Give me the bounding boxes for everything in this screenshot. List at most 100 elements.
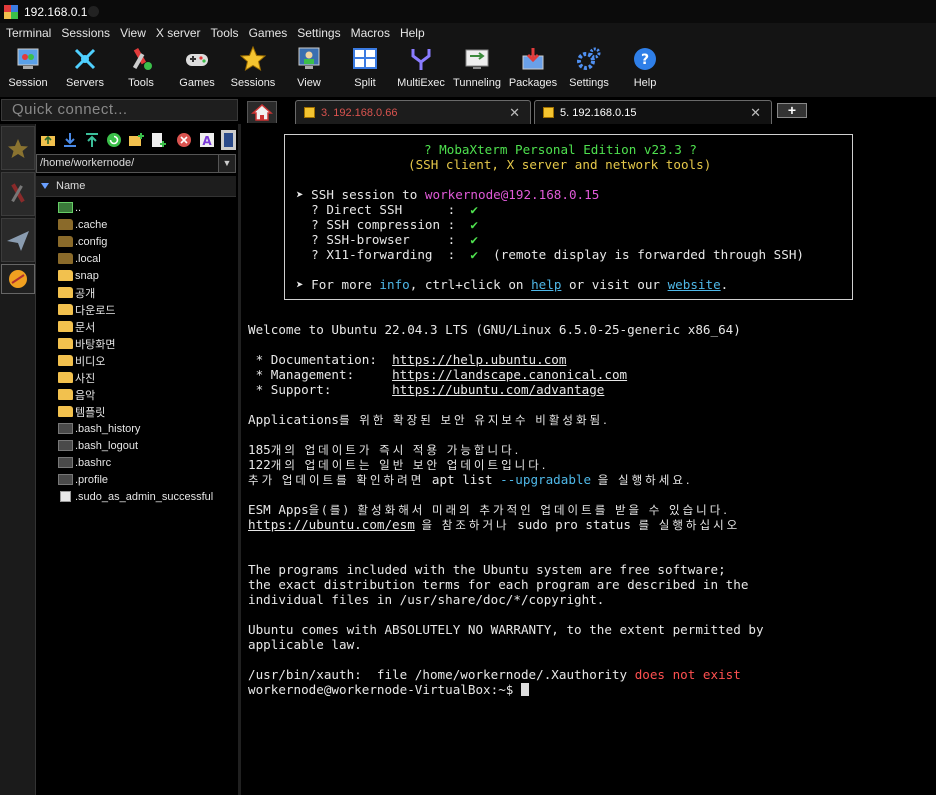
file-list-item[interactable]: .config bbox=[58, 233, 236, 250]
split-button[interactable]: Split bbox=[337, 45, 393, 95]
folder-icon bbox=[58, 389, 73, 400]
file-list-item[interactable]: .bash_history bbox=[58, 420, 236, 437]
view-button[interactable]: View bbox=[281, 45, 337, 95]
sessions-button[interactable]: Sessions bbox=[225, 45, 281, 95]
file-name: snap bbox=[75, 269, 99, 282]
download-icon[interactable] bbox=[62, 132, 78, 148]
menu-games[interactable]: Games bbox=[245, 26, 292, 40]
file-list-item[interactable]: .bash_logout bbox=[58, 437, 236, 454]
tunneling-button[interactable]: Tunneling bbox=[449, 45, 505, 95]
folder-icon bbox=[58, 355, 73, 366]
menu-settings[interactable]: Settings bbox=[293, 26, 344, 40]
opt-x11-forwarding: ? X11-forwarding : ✔ (remote display is … bbox=[296, 247, 805, 262]
terminal-view[interactable]: ? MobaXterm Personal Edition v23.3 ? (SS… bbox=[241, 124, 936, 795]
file-name: .bash_history bbox=[75, 422, 141, 435]
management-link[interactable]: https://landscape.canonical.com bbox=[392, 367, 627, 382]
file-list-item[interactable]: .sudo_as_admin_successful bbox=[58, 488, 236, 505]
menu-x-server[interactable]: X server bbox=[152, 26, 205, 40]
esm-link[interactable]: https://ubuntu.com/esm bbox=[248, 517, 415, 532]
file-list-item[interactable]: 문서 bbox=[58, 318, 236, 335]
menu-tools[interactable]: Tools bbox=[207, 26, 243, 40]
banner-title: ? MobaXterm Personal Edition v23.3 ? bbox=[424, 142, 697, 157]
hidden-folder-icon bbox=[58, 219, 73, 230]
folder-icon bbox=[58, 338, 73, 349]
file-list: .. .cache .config .local snap 공개 다운로드 문서 바탕화면비디오… bbox=[58, 199, 236, 505]
session-button[interactable]: Session bbox=[0, 45, 56, 95]
file-list-item[interactable]: 음악 bbox=[58, 386, 236, 403]
tools-icon bbox=[128, 46, 154, 72]
packages-icon bbox=[520, 46, 546, 72]
shell-prompt[interactable]: workernode@workernode-VirtualBox:~$ bbox=[248, 682, 529, 697]
games-button[interactable]: Games bbox=[169, 45, 225, 95]
tools-button[interactable]: Tools bbox=[113, 45, 169, 95]
paper-plane-icon bbox=[7, 231, 29, 251]
folder-up-icon[interactable] bbox=[40, 132, 56, 148]
refresh-icon[interactable] bbox=[106, 132, 122, 148]
support-link[interactable]: https://ubuntu.com/advantage bbox=[392, 382, 604, 397]
warranty-line-1: Ubuntu comes with ABSOLUTELY NO WARRANTY… bbox=[248, 622, 764, 637]
chevron-down-icon[interactable]: ▼ bbox=[218, 155, 235, 172]
file-list-item[interactable]: .local bbox=[58, 250, 236, 267]
file-list-item[interactable]: .profile bbox=[58, 471, 236, 488]
file-list-item[interactable]: 바탕화면 bbox=[58, 335, 236, 352]
website-link[interactable]: website bbox=[668, 277, 721, 292]
quick-connect-input[interactable]: Quick connect... bbox=[1, 99, 238, 121]
delete-icon[interactable] bbox=[176, 132, 192, 148]
sftp-side-tab[interactable] bbox=[1, 264, 35, 294]
rename-icon[interactable]: A bbox=[199, 132, 215, 148]
close-icon[interactable]: ✕ bbox=[509, 105, 520, 121]
folder-icon bbox=[58, 304, 73, 315]
banner-subtitle: (SSH client, X server and network tools) bbox=[408, 157, 712, 172]
file-list-item[interactable]: 공개 bbox=[58, 284, 236, 301]
add-tab-button[interactable]: + bbox=[777, 103, 807, 118]
new-folder-icon[interactable] bbox=[128, 132, 144, 148]
file-name: 비디오 bbox=[75, 355, 106, 368]
tools-side-tab[interactable] bbox=[1, 172, 35, 216]
sessions-side-tab[interactable] bbox=[1, 126, 35, 170]
documentation-link[interactable]: https://help.ubuntu.com bbox=[392, 352, 566, 367]
file-browser-toolbar: A bbox=[36, 126, 238, 154]
menu-terminal[interactable]: Terminal bbox=[2, 26, 55, 40]
file-list-item[interactable]: .. bbox=[58, 199, 236, 216]
help-link[interactable]: help bbox=[531, 277, 561, 292]
servers-button[interactable]: Servers bbox=[57, 45, 113, 95]
file-list-item[interactable]: 비디오 bbox=[58, 352, 236, 369]
settings-button[interactable]: Settings bbox=[561, 45, 617, 95]
multiexec-button[interactable]: MultiExec bbox=[393, 45, 449, 95]
menu-sessions[interactable]: Sessions bbox=[57, 26, 114, 40]
menu-macros[interactable]: Macros bbox=[347, 26, 394, 40]
tab-session-5[interactable]: 5. 192.168.0.15 ✕ bbox=[534, 100, 772, 124]
sort-arrow-icon bbox=[41, 183, 49, 189]
upload-icon[interactable] bbox=[84, 132, 100, 148]
path-input[interactable]: /home/workernode/ ▼ bbox=[36, 154, 236, 173]
document-icon bbox=[60, 491, 71, 502]
packages-button[interactable]: Packages bbox=[505, 45, 561, 95]
macros-side-tab[interactable] bbox=[1, 218, 35, 262]
file-list-item[interactable]: 템플릿 bbox=[58, 403, 236, 420]
home-tab[interactable] bbox=[247, 101, 277, 123]
new-file-icon[interactable] bbox=[150, 132, 166, 148]
file-list-item[interactable]: .cache bbox=[58, 216, 236, 233]
session-icon bbox=[15, 46, 41, 72]
opt-direct-ssh: ? Direct SSH : ✔ bbox=[296, 202, 478, 217]
info-link[interactable]: info bbox=[379, 277, 409, 292]
column-header-name[interactable]: Name bbox=[36, 176, 236, 197]
updates-available-line: 185개의 업데이트가 즉시 적용 가능합니다. bbox=[248, 442, 522, 457]
file-properties-icon[interactable] bbox=[221, 130, 236, 150]
file-list-item[interactable]: 사진 bbox=[58, 369, 236, 386]
menu-help[interactable]: Help bbox=[396, 26, 429, 40]
help-button[interactable]: ? Help bbox=[617, 45, 673, 95]
file-list-item[interactable]: 다운로드 bbox=[58, 301, 236, 318]
folder-icon bbox=[58, 270, 73, 281]
file-list-item[interactable]: .bashrc bbox=[58, 454, 236, 471]
help-icon: ? bbox=[632, 46, 658, 72]
esm-apps-status-line: Applications를 위한 확장된 보안 유지보수 비활성화됨. bbox=[248, 412, 610, 427]
terminal-cursor bbox=[520, 683, 529, 696]
file-list-item[interactable]: snap bbox=[58, 267, 236, 284]
tab-session-3[interactable]: 3. 192.168.0.66 ✕ bbox=[295, 100, 531, 124]
free-software-line-2: the exact distribution terms for each pr… bbox=[248, 577, 749, 592]
svg-text:A: A bbox=[202, 134, 212, 148]
file-name: .bashrc bbox=[75, 456, 112, 469]
close-icon[interactable]: ✕ bbox=[750, 105, 761, 121]
menu-view[interactable]: View bbox=[116, 26, 150, 40]
